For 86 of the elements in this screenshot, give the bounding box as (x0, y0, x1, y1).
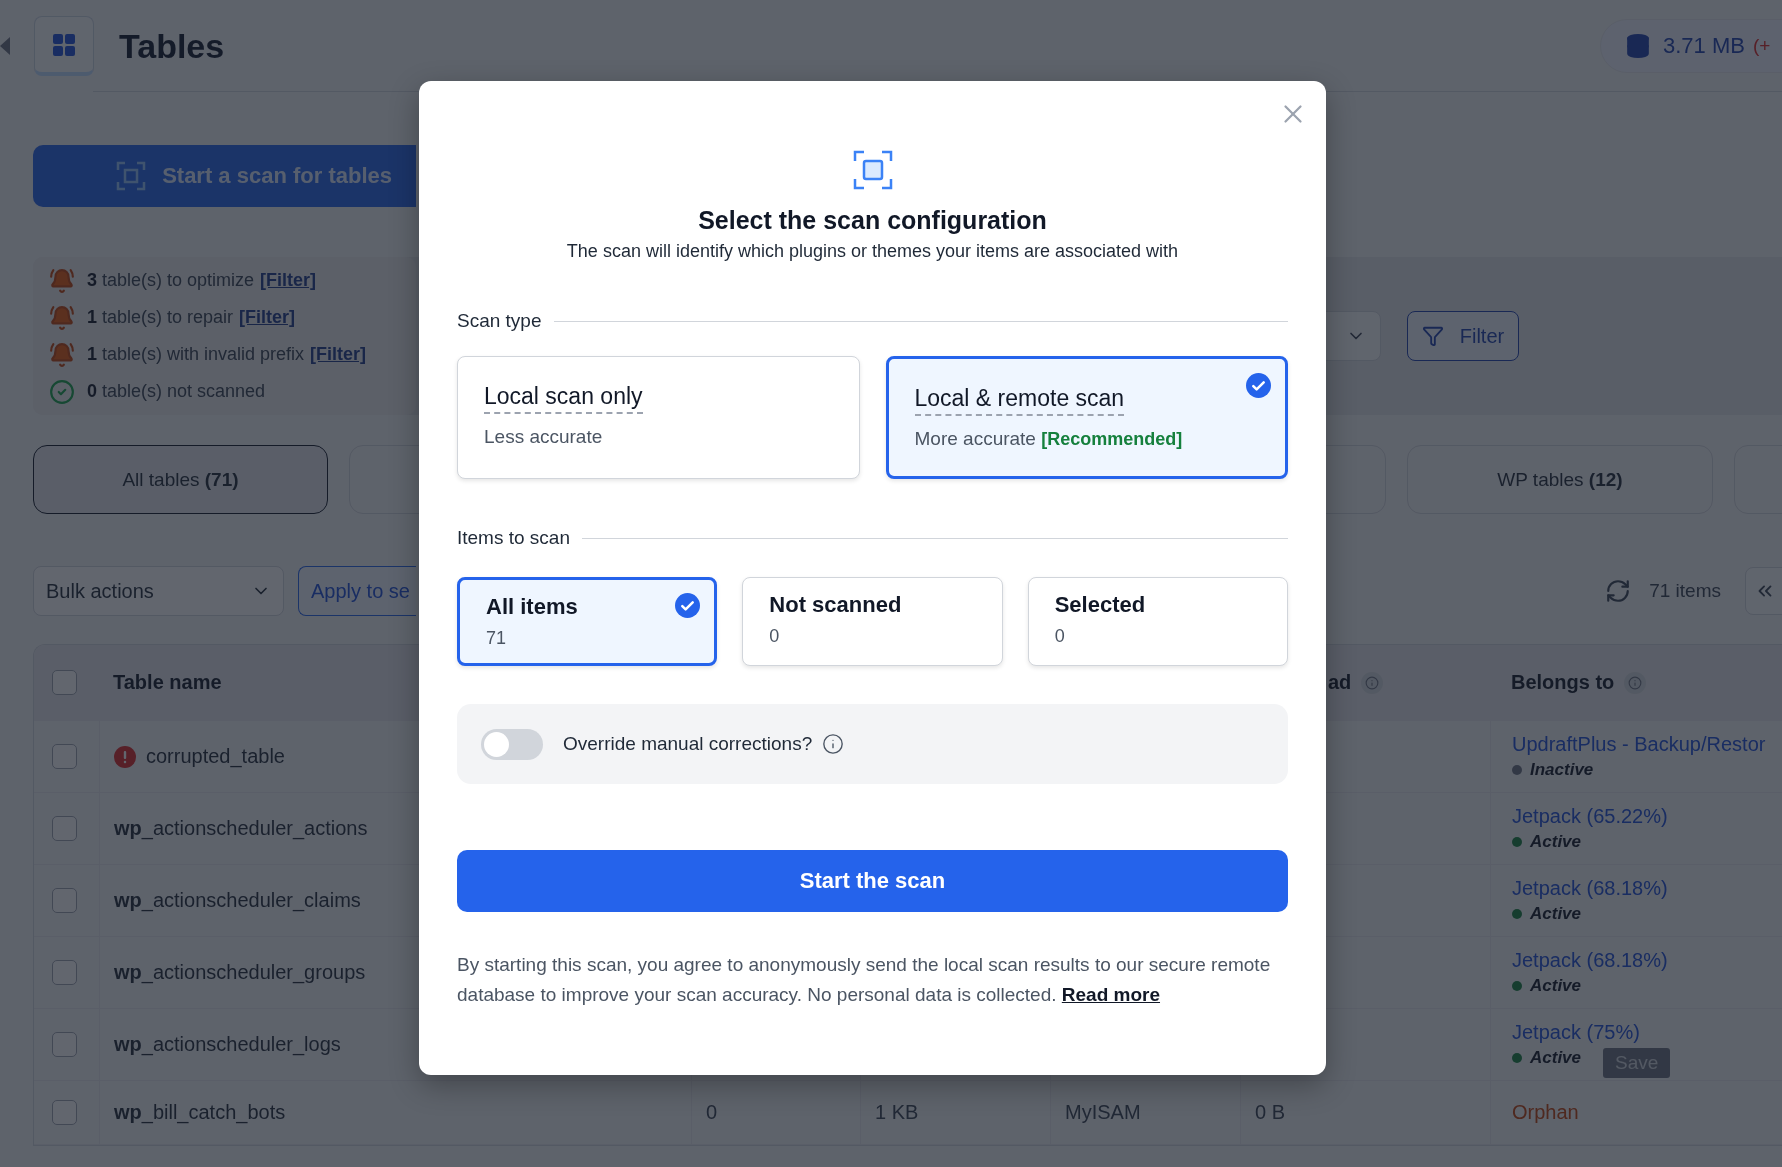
start-scan-button[interactable]: Start the scan (457, 850, 1288, 912)
column-header[interactable]: ad (1328, 671, 1352, 694)
column-header[interactable]: Belongs to (1511, 671, 1615, 694)
status-text: Inactive (1530, 760, 1594, 780)
table-name: corrupted_table (146, 745, 285, 768)
grid-icon (52, 32, 76, 57)
plugin-link[interactable]: Jetpack (75%) (1512, 1021, 1640, 1044)
option-title: All items (486, 594, 578, 620)
scan-icon (852, 150, 893, 190)
override-switch[interactable] (481, 728, 543, 760)
option-count: 0 (769, 626, 781, 647)
filter-link[interactable]: [Filter] (310, 344, 367, 365)
alert-text: 3 table(s) to optimize (87, 270, 255, 291)
alert-text: 1 table(s) with invalid prefix (87, 344, 305, 365)
status-text: Active (1530, 904, 1582, 924)
option-title: Local & remote scan (914, 385, 1125, 416)
table-cell: 0 (706, 1101, 718, 1124)
checkbox[interactable] (52, 670, 77, 695)
table-name: wp_actionscheduler_claims (114, 889, 361, 912)
alert-text: 0 table(s) not scanned (87, 381, 266, 402)
option-count: 0 (1054, 626, 1066, 647)
filter-link[interactable]: [Filter] (239, 307, 296, 328)
storage-delta: (+ (1752, 35, 1771, 57)
dialog-subtitle: The scan will identify which plugins or themes your items are associated with (565, 241, 1180, 262)
items-option[interactable]: Selected 0 (1027, 577, 1288, 666)
check-icon (675, 593, 701, 618)
orphan-label: Orphan (1512, 1101, 1579, 1124)
checkbox[interactable] (52, 1032, 77, 1057)
read-more-link[interactable]: Read more (1061, 984, 1160, 1005)
item-count: 71 items (1649, 580, 1721, 602)
filter-tab[interactable]: All tables (71) (33, 445, 328, 514)
bell-icon (49, 341, 75, 368)
status-text: Active (1530, 976, 1582, 996)
grid-icon-button[interactable] (34, 16, 94, 76)
checkbox[interactable] (52, 744, 77, 769)
collapse-arrow-icon[interactable] (0, 37, 10, 55)
option-title: Not scanned (769, 592, 902, 618)
plugin-link[interactable]: UpdraftPlus - Backup/Restor (1512, 733, 1766, 756)
section-label: Items to scan (457, 527, 570, 549)
items-option[interactable]: Not scanned 0 (742, 577, 1003, 666)
status-text: Active (1530, 832, 1582, 852)
status-text: Active (1530, 1048, 1582, 1068)
bulk-actions-select[interactable]: Bulk actions (33, 566, 284, 616)
apply-button[interactable]: Apply to se (298, 566, 416, 616)
alert-text: 1 table(s) to repair (87, 307, 234, 328)
scan-type-option[interactable]: Local scan only Less accurate (457, 356, 860, 479)
checkbox[interactable] (52, 1100, 77, 1125)
scan-type-option[interactable]: Local & remote scan More accurate [Recommended] (885, 356, 1288, 479)
option-title: Selected (1054, 592, 1146, 618)
disclaimer-text: By starting this scan, you agree to anonymously send the local scan results to our secure remote database to improve your scan accuracy. No personal data is collected. Read more (457, 953, 1272, 1007)
table-cell: 1 KB (875, 1101, 919, 1124)
items-option[interactable]: All items 71 (457, 577, 718, 666)
bell-icon (49, 304, 75, 331)
info-icon[interactable] (822, 733, 845, 755)
table-name: wp_bill_catch_bots (114, 1101, 286, 1124)
option-description: More accurate [Recommended] (914, 428, 1184, 450)
database-icon (1625, 33, 1651, 59)
table-name: wp_actionscheduler_logs (114, 1033, 341, 1056)
plugin-link[interactable]: Jetpack (68.18%) (1512, 949, 1668, 972)
filter-button[interactable]: Filter (1407, 311, 1519, 361)
page-title: Tables (119, 26, 225, 66)
option-count: 71 (486, 628, 508, 649)
scan-icon (116, 161, 147, 191)
check-icon (1246, 373, 1271, 398)
checkbox[interactable] (52, 960, 77, 985)
filter-icon (1421, 325, 1444, 347)
dialog-title: Select the scan configuration (697, 206, 1048, 235)
checkbox[interactable] (52, 816, 77, 841)
switch-label: Override manual corrections? (563, 733, 813, 755)
plugin-link[interactable]: Jetpack (68.18%) (1512, 877, 1668, 900)
table-cell: 0 B (1255, 1101, 1286, 1124)
table-name: wp_actionscheduler_groups (114, 961, 366, 984)
refresh-icon[interactable] (1605, 578, 1632, 604)
table-cell: MyISAM (1065, 1101, 1141, 1124)
option-title: Local scan only (484, 383, 643, 414)
filter-link[interactable]: [Filter] (260, 270, 317, 291)
column-header[interactable]: Table name (113, 671, 222, 694)
bell-icon (49, 267, 75, 294)
storage-size: 3.71 MB (1663, 33, 1745, 59)
check-circle-icon (49, 378, 75, 405)
table-name: wp_actionscheduler_actions (114, 817, 368, 840)
section-label: Scan type (457, 310, 542, 332)
filter-tab[interactable]: WP tables (12) (1407, 445, 1713, 514)
option-description: Less accurate (484, 426, 604, 448)
checkbox[interactable] (52, 888, 77, 913)
plugin-link[interactable]: Jetpack (65.22%) (1512, 805, 1668, 828)
